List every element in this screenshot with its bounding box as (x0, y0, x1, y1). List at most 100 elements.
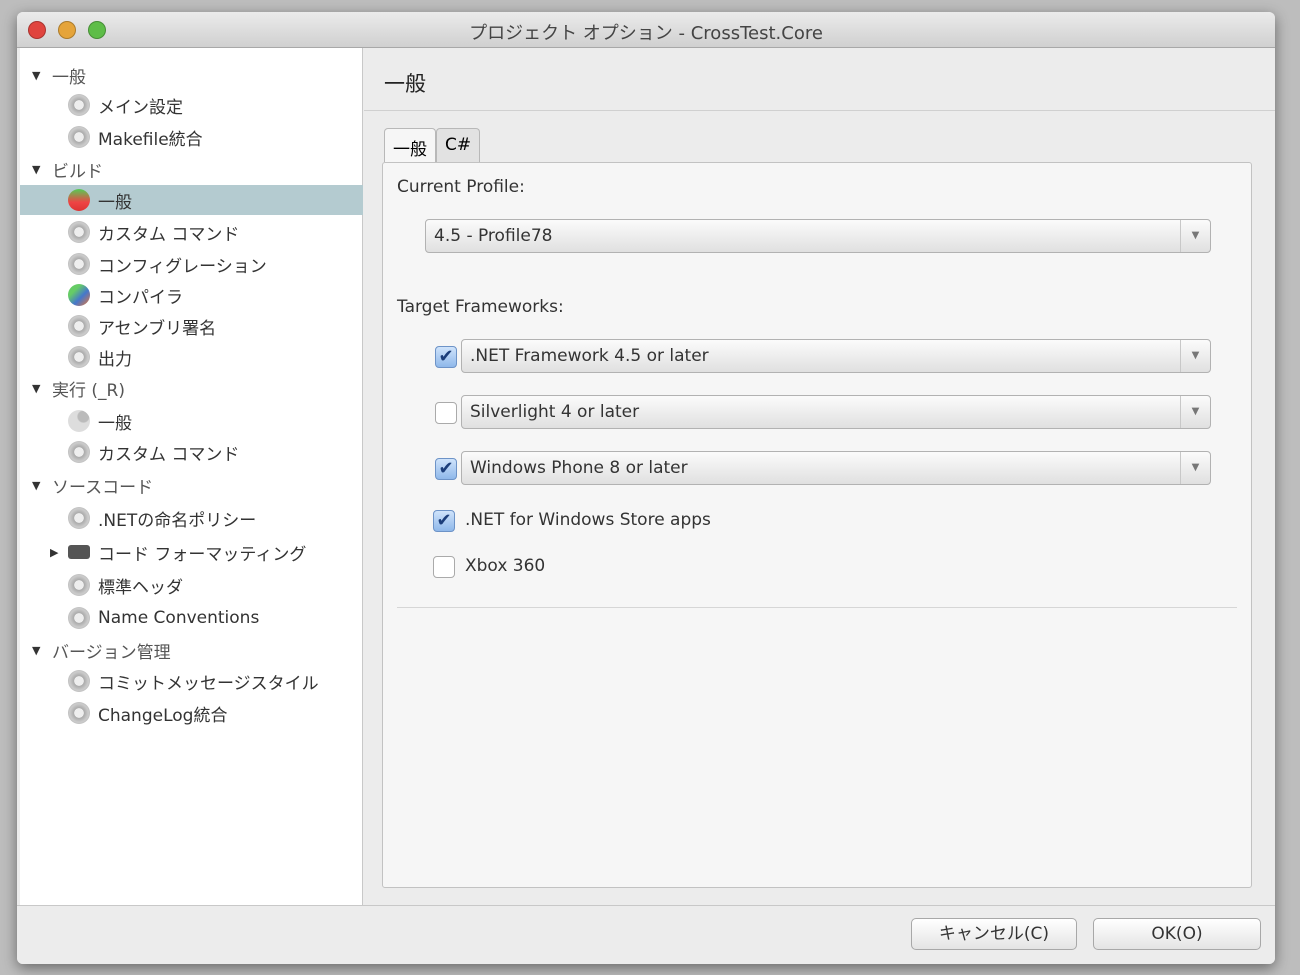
page-title: 一般 (384, 72, 426, 96)
tree-item-label: バージョン管理 (52, 642, 171, 663)
options-tree: ▼ 一般 メイン設定 Makefile統合 ▼ ビルド 一般 カスタム コマンド コンフィグレー… (20, 48, 363, 905)
framework-label[interactable]: .NET for Windows Store apps (465, 510, 711, 530)
tree-item-label: アセンブリ署名 (98, 318, 217, 339)
current-profile-label: Current Profile: (397, 177, 525, 197)
current-profile-value: 4.5 - Profile78 (434, 226, 553, 246)
tab-bar: 一般 C# (384, 128, 481, 162)
tree-item[interactable]: ▼ 一般 (20, 60, 363, 90)
compiler-icon (68, 284, 90, 306)
tree-item[interactable]: アセンブリ署名 (20, 311, 363, 341)
tree-item[interactable]: 一般 (20, 185, 363, 215)
tree-item-label: 一般 (98, 192, 132, 213)
tree-item[interactable]: カスタム コマンド (20, 217, 363, 247)
content-pane: 一般 一般 C# Current Profile: 4.5 - Profile7… (364, 48, 1275, 905)
gear-icon (68, 507, 90, 529)
framework-label: Windows Phone 8 or later (470, 458, 688, 478)
tree-item[interactable]: ▼ ビルド (20, 154, 363, 184)
framework-label: .NET Framework 4.5 or later (470, 346, 709, 366)
tree-item[interactable]: ▶ コード フォーマッティング (20, 537, 363, 567)
gear-icon (68, 670, 90, 692)
gear-icon (68, 702, 90, 724)
chevron-down-icon: ▼ (1180, 340, 1210, 372)
framework-version-select[interactable]: Silverlight 4 or later ▼ (461, 395, 1211, 429)
title-bar: プロジェクト オプション - CrossTest.Core (17, 12, 1275, 48)
gear-icon (68, 94, 90, 116)
tree-item[interactable]: Makefile統合 (20, 122, 363, 152)
tree-item-label: .NETの命名ポリシー (98, 510, 257, 531)
current-profile-select[interactable]: 4.5 - Profile78 ▼ (425, 219, 1211, 253)
framework-checkbox[interactable]: ✔ (433, 510, 455, 532)
tab-general[interactable]: 一般 (384, 128, 436, 162)
gear-icon (68, 441, 90, 463)
gear-icon (68, 221, 90, 243)
tree-item-label: メイン設定 (98, 97, 183, 118)
tree-item[interactable]: 出力 (20, 342, 363, 372)
ok-button[interactable]: OK(O) (1093, 918, 1261, 950)
cancel-button[interactable]: キャンセル(C) (911, 918, 1077, 950)
expanded-arrow-icon[interactable]: ▼ (32, 479, 46, 492)
gear-icon (68, 607, 90, 629)
framework-checkbox[interactable]: ✔ (435, 458, 457, 480)
expanded-arrow-icon[interactable]: ▼ (32, 644, 46, 657)
tree-item[interactable]: 標準ヘッダ (20, 570, 363, 600)
gear-icon (68, 126, 90, 148)
framework-version-select[interactable]: .NET Framework 4.5 or later ▼ (461, 339, 1211, 373)
tree-item-label: コンパイラ (98, 287, 183, 308)
framework-label[interactable]: Xbox 360 (465, 556, 545, 576)
tree-item-label: カスタム コマンド (98, 444, 240, 465)
tree-item-label: コード フォーマッティング (98, 544, 307, 565)
framework-checkbox[interactable] (433, 556, 455, 578)
tree-item[interactable]: カスタム コマンド (20, 437, 363, 467)
tree-item-label: カスタム コマンド (98, 224, 240, 245)
target-frameworks-label: Target Frameworks: (397, 297, 564, 317)
tree-item-label: 出力 (98, 349, 132, 370)
framework-checkbox[interactable]: ✔ (435, 346, 457, 368)
tree-item-label: コミットメッセージスタイル (98, 673, 319, 694)
tree-item-label: 一般 (98, 413, 132, 434)
chevron-down-icon: ▼ (1180, 452, 1210, 484)
tree-item[interactable]: コンフィグレーション (20, 249, 363, 279)
tree-item-label: ビルド (52, 161, 103, 182)
expanded-arrow-icon[interactable]: ▼ (32, 382, 46, 395)
framework-version-select[interactable]: Windows Phone 8 or later ▼ (461, 451, 1211, 485)
divider (364, 110, 1275, 111)
tree-item-label: ソースコード (52, 477, 154, 498)
chevron-down-icon: ▼ (1180, 396, 1210, 428)
tree-item[interactable]: コンパイラ (20, 280, 363, 310)
tree-item[interactable]: ▼ バージョン管理 (20, 635, 363, 665)
gear-icon (68, 346, 90, 368)
tree-item[interactable]: ▼ ソースコード (20, 470, 363, 500)
project-options-window: プロジェクト オプション - CrossTest.Core ▼ 一般 メイン設定 Ma… (17, 12, 1275, 964)
framework-label: Silverlight 4 or later (470, 402, 640, 422)
tree-item[interactable]: メイン設定 (20, 90, 363, 120)
gear-icon (68, 253, 90, 275)
tree-item[interactable]: 一般 (20, 406, 363, 436)
dialog-footer: キャンセル(C) OK(O) (17, 905, 1275, 964)
tree-item-label: Makefile統合 (98, 129, 203, 150)
window-title: プロジェクト オプション - CrossTest.Core (469, 23, 823, 44)
tree-item-label: Name Conventions (98, 608, 260, 628)
tree-item[interactable]: .NETの命名ポリシー (20, 503, 363, 533)
tree-item-label: 実行 (_R) (52, 380, 125, 401)
tab-panel: Current Profile: 4.5 - Profile78 ▼ Targe… (382, 162, 1252, 888)
collapsed-arrow-icon[interactable]: ▶ (50, 546, 68, 559)
gear-icon (68, 315, 90, 337)
tree-item[interactable]: Name Conventions (20, 603, 363, 633)
chevron-down-icon: ▼ (1180, 220, 1210, 252)
expanded-arrow-icon[interactable]: ▼ (32, 163, 46, 176)
tree-item-label: コンフィグレーション (98, 256, 267, 277)
divider (397, 607, 1237, 608)
tree-item-label: ChangeLog統合 (98, 705, 228, 726)
tree-item[interactable]: コミットメッセージスタイル (20, 666, 363, 696)
run-icon (68, 410, 90, 432)
tab-csharp[interactable]: C# (436, 128, 481, 162)
expanded-arrow-icon[interactable]: ▼ (32, 69, 46, 82)
tree-item[interactable]: ChangeLog統合 (20, 698, 363, 728)
build-icon (68, 189, 90, 211)
gear-icon (68, 574, 90, 596)
tree-item-label: 一般 (52, 67, 86, 88)
framework-checkbox[interactable] (435, 402, 457, 424)
tree-item-label: 標準ヘッダ (98, 577, 183, 598)
code-format-icon (68, 545, 90, 559)
tree-item[interactable]: ▼ 実行 (_R) (20, 373, 363, 403)
